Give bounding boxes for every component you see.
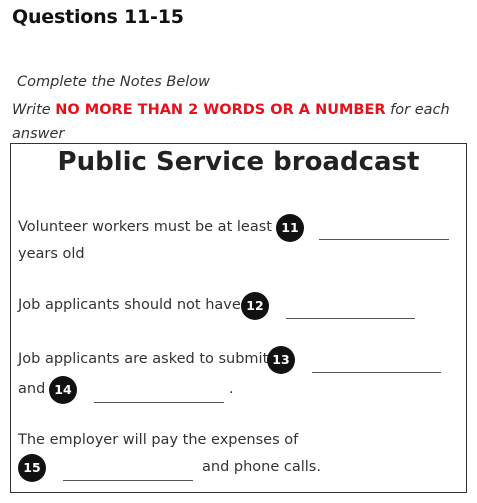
q15-text-after: and phone calls.	[202, 459, 321, 475]
q14-answer-line	[94, 402, 224, 403]
q12-text-before: Job applicants should not have	[18, 297, 241, 313]
q12-number-badge: 12	[241, 292, 269, 320]
q11-number-badge: 11	[276, 214, 304, 242]
q15-answer-line	[63, 480, 193, 481]
q11-answer-line	[319, 239, 449, 240]
instruction-line-1: Complete the Notes Below	[17, 74, 211, 90]
q15-number-badge: 15	[18, 454, 46, 482]
q12-answer-line	[286, 318, 415, 319]
word-limit-highlight: NO MORE THAN 2 WORDS OR A NUMBER	[55, 102, 386, 118]
q14-answer-field[interactable]	[94, 383, 224, 403]
notes-title: Public Service broadcast	[57, 147, 420, 177]
q11-text-before: Volunteer workers must be at least	[18, 219, 272, 235]
q15-text-before: The employer will pay the expenses of	[18, 432, 299, 448]
q11-text-after: years old	[18, 246, 85, 262]
q12-answer-field[interactable]	[286, 299, 415, 319]
q14-text-after: .	[229, 381, 234, 397]
q14-text-before: and	[18, 381, 46, 397]
q14-number-badge: 14	[49, 376, 77, 404]
q15-answer-field[interactable]	[63, 461, 193, 481]
instruction-prefix: Write	[12, 102, 56, 118]
q13-answer-line	[312, 372, 441, 373]
q13-text-before: Job applicants are asked to submit	[18, 351, 269, 367]
q13-answer-field[interactable]	[312, 353, 441, 373]
q11-answer-field[interactable]	[319, 220, 449, 240]
section-title: Questions 11-15	[12, 6, 184, 28]
instruction-line-2: Write NO MORE THAN 2 WORDS OR A NUMBER f…	[12, 98, 462, 146]
q13-number-badge: 13	[267, 346, 295, 374]
